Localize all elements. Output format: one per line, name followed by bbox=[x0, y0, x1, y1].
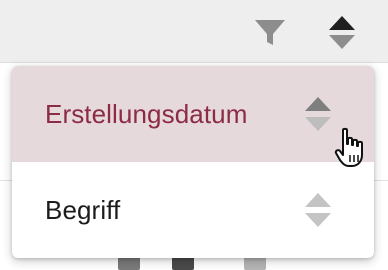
sort-button[interactable] bbox=[322, 12, 362, 52]
sort-menu: Erstellungsdatum Begriff bbox=[12, 66, 374, 258]
background-icon-peek bbox=[172, 256, 194, 270]
sort-icon bbox=[305, 97, 331, 131]
sort-icon bbox=[305, 193, 331, 227]
menu-item-erstellungsdatum[interactable]: Erstellungsdatum bbox=[12, 66, 374, 162]
background-icon-peek bbox=[244, 256, 266, 270]
sort-icon bbox=[329, 16, 355, 49]
filter-button[interactable] bbox=[250, 12, 290, 52]
filter-icon bbox=[255, 20, 285, 45]
toolbar bbox=[0, 0, 388, 62]
menu-item-label: Begriff bbox=[45, 194, 121, 225]
menu-item-label: Erstellungsdatum bbox=[45, 98, 248, 129]
menu-item-begriff[interactable]: Begriff bbox=[12, 162, 374, 258]
background-icon-peek bbox=[118, 256, 140, 270]
